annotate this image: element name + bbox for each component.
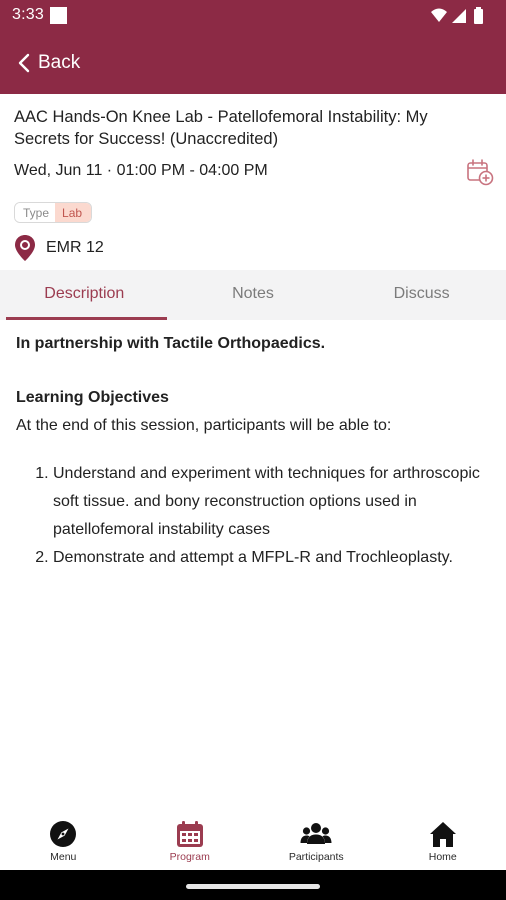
- nav-participants[interactable]: Participants: [253, 812, 380, 870]
- notification-icon: [50, 7, 67, 24]
- tab-description[interactable]: Description: [0, 270, 169, 320]
- type-tag-key: Type: [15, 203, 56, 222]
- chevron-left-icon: [18, 53, 30, 73]
- calendar-icon: [176, 821, 203, 847]
- home-gesture-handle[interactable]: [186, 884, 320, 889]
- partnership-text: In partnership with Tactile Orthopaedics…: [16, 335, 326, 352]
- type-tag-value: Lab: [55, 203, 92, 222]
- back-label: Back: [38, 52, 81, 73]
- status-time: 3:33: [12, 6, 44, 23]
- objectives-list: Understand and experiment with technique…: [16, 460, 492, 572]
- nav-program-label: Program: [169, 851, 210, 863]
- add-to-calendar-button[interactable]: [466, 158, 494, 186]
- app-bar: Back: [0, 32, 506, 94]
- session-datetime: Wed, Jun 11 · 01:00 PM - 04:00 PM: [14, 162, 268, 179]
- compass-icon: [50, 821, 77, 847]
- status-icons: [430, 7, 492, 25]
- tab-discuss[interactable]: Discuss: [337, 270, 506, 320]
- objectives-heading: Learning Objectives: [16, 389, 169, 406]
- wifi-icon: [431, 8, 447, 22]
- list-item: Demonstrate and attempt a MFPL-R and Tro…: [53, 544, 492, 572]
- type-tag: Type Lab: [14, 202, 93, 223]
- description-content: In partnership with Tactile Orthopaedics…: [16, 320, 492, 572]
- tab-notes[interactable]: Notes: [169, 270, 338, 320]
- location-pin-icon: [15, 235, 35, 261]
- gesture-bar: [0, 870, 506, 900]
- session-header: AAC Hands-On Knee Lab - Patellofemoral I…: [0, 94, 506, 270]
- nav-participants-label: Participants: [288, 851, 344, 863]
- nav-home[interactable]: Home: [380, 812, 506, 870]
- nav-home-label: Home: [428, 851, 457, 863]
- status-bar: 3:33: [0, 0, 506, 32]
- objectives-intro: At the end of this session, participants…: [16, 417, 392, 434]
- battery-icon: [474, 7, 483, 24]
- back-button[interactable]: Back: [18, 48, 80, 78]
- location-label: EMR 12: [46, 239, 104, 256]
- session-title: AAC Hands-On Knee Lab - Patellofemoral I…: [14, 108, 428, 148]
- list-item: Understand and experiment with technique…: [53, 460, 492, 544]
- bottom-nav: Menu Program Participants Home: [0, 812, 506, 870]
- people-icon: [300, 823, 332, 844]
- session-location: EMR 12: [14, 234, 104, 262]
- nav-menu[interactable]: Menu: [0, 812, 127, 870]
- nav-program[interactable]: Program: [127, 812, 254, 870]
- calendar-add-icon: [467, 159, 494, 186]
- home-icon: [429, 822, 456, 847]
- session-tabs: Description Notes Discuss: [0, 270, 506, 320]
- signal-icon: [452, 9, 466, 23]
- nav-menu-label: Menu: [50, 851, 77, 863]
